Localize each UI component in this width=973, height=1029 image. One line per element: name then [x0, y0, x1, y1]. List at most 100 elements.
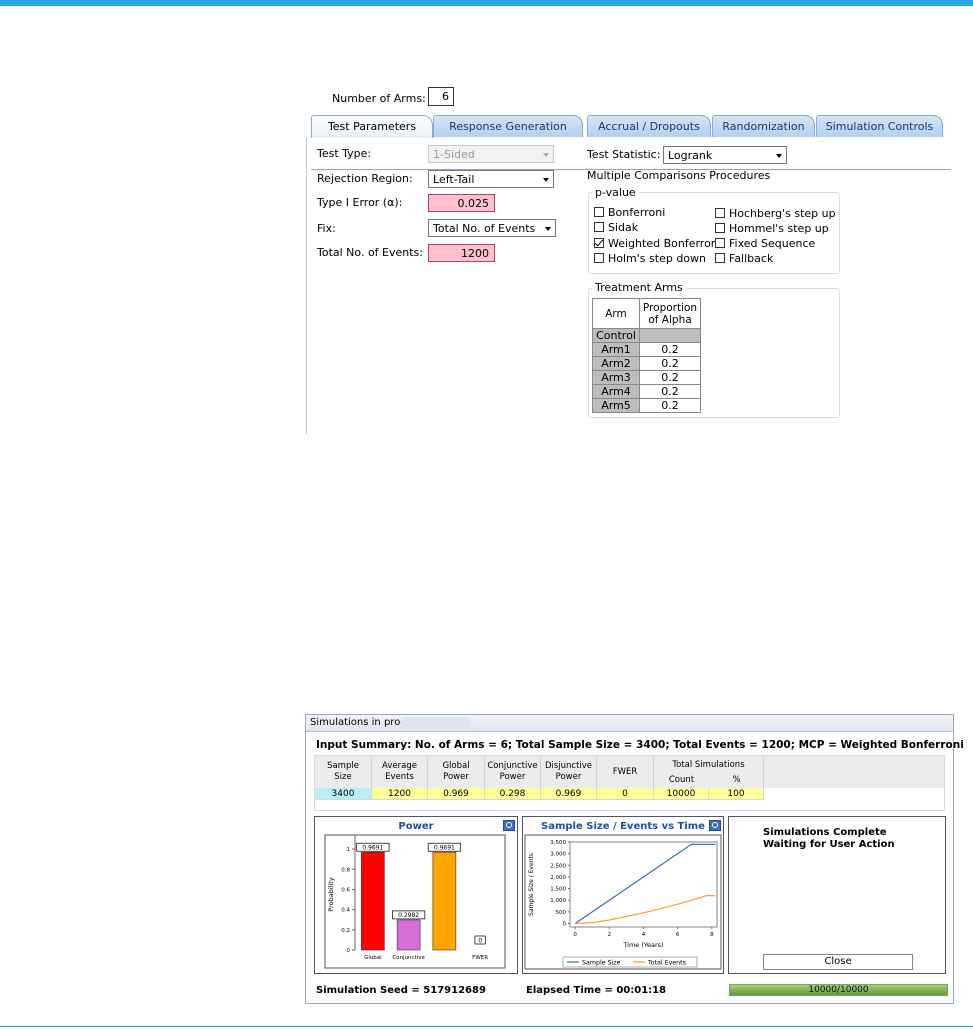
checkbox-label: Hochberg's step up [729, 207, 836, 220]
plot-area [569, 841, 718, 928]
y-axis-label: Sample Size / Events [528, 853, 535, 916]
fix-select[interactable]: Total No. of Events [428, 219, 556, 237]
arm-proportion[interactable]: 0.2 [639, 356, 701, 371]
y-tick-label: 3,500 [550, 840, 566, 846]
col-sample-size: Sample Size [315, 756, 372, 788]
header-line: Global [442, 761, 470, 771]
bar [432, 851, 457, 951]
header-line: Power [555, 772, 582, 782]
tab-accrual-dropouts[interactable]: Accrual / Dropouts [587, 115, 711, 137]
mcp-title: Multiple Comparisons Procedures [587, 169, 771, 182]
y-tick-label: 1,000 [550, 898, 566, 904]
y-tick-label: 3,000 [550, 852, 566, 858]
col-proportion-line1: Proportion [642, 301, 698, 314]
tab-randomization[interactable]: Randomization [712, 115, 815, 137]
y-axis-label: Probability [327, 877, 335, 912]
checkbox-label: Bonferroni [608, 206, 666, 219]
y-tick-label: 500 [556, 910, 567, 916]
checkbox-box [594, 207, 604, 217]
cell-count: 10000 [654, 788, 709, 800]
header-line: Average [382, 761, 417, 771]
col-arm-header: Arm [592, 298, 640, 329]
test-statistic-select[interactable]: Logrank [663, 146, 787, 164]
table-row: Arm3 0.2 [592, 370, 701, 385]
y-tick-label: 0.2 [341, 928, 350, 934]
bar [396, 919, 421, 951]
mcp-holm-checkbox[interactable]: Holm's step down [594, 252, 706, 265]
arm-name: Arm3 [592, 370, 640, 385]
tab-simulation-controls[interactable]: Simulation Controls [816, 115, 943, 137]
treatment-arms-title: Treatment Arms [592, 281, 686, 294]
titlebar-tab-placeholder [401, 717, 471, 729]
arm-proportion[interactable]: 0.2 [639, 398, 701, 413]
mcp-sidak-checkbox[interactable]: Sidak [594, 221, 638, 234]
header-line: Conjunctive [487, 761, 538, 771]
rejection-region-select[interactable]: Left-Tail [428, 170, 554, 188]
arm-name: Control [592, 328, 640, 343]
simulation-window: Simulations in progress Input Summary: N… [305, 714, 964, 1004]
mcp-hommel-checkbox[interactable]: Hommel's step up [715, 222, 829, 235]
number-of-arms-input[interactable]: 6 [428, 87, 454, 106]
y-tick-label: 0 [347, 948, 351, 954]
checkbox-label: Fixed Sequence [729, 237, 816, 250]
number-of-arms-label: Number of Arms: [332, 92, 426, 105]
col-average-events: Average Events [372, 756, 428, 788]
mcp-weighted-bonferroni-checkbox[interactable]: Weighted Bonferroni [594, 237, 721, 250]
mcp-bonferroni-checkbox[interactable]: Bonferroni [594, 206, 665, 219]
test-type-label: Test Type: [317, 147, 372, 160]
tab-response-generation[interactable]: Response Generation [433, 115, 583, 137]
fix-label: Fix: [317, 222, 336, 235]
header-line: Disjunctive [544, 761, 593, 771]
cell-global-power: 0.969 [428, 788, 485, 800]
test-statistic-label: Test Statistic: [587, 148, 661, 161]
header-line: Events [385, 772, 414, 782]
checkbox-label: Sidak [608, 221, 639, 234]
rejection-region-value: Left-Tail [433, 173, 475, 186]
elapsed-time: Elapsed Time = 00:01:18 [526, 985, 667, 996]
close-button[interactable]: Close [763, 954, 913, 970]
test-type-select[interactable]: 1-Sided [428, 145, 554, 163]
chevron-down-icon [543, 153, 549, 157]
pvalue-group-title: p-value [592, 186, 639, 199]
y-tick-label: 1,500 [550, 887, 566, 893]
arm-proportion[interactable]: 0.2 [639, 342, 701, 357]
checkbox-label: Weighted Bonferroni [608, 237, 721, 250]
mcp-fixed-sequence-checkbox[interactable]: Fixed Sequence [715, 237, 815, 250]
checkbox-box [715, 208, 725, 218]
simulation-seed: Simulation Seed = 517912689 [316, 985, 486, 996]
arm-name: Arm4 [592, 384, 640, 399]
checkbox-box [715, 238, 725, 248]
sample-size-chart-panel: Sample Size / Events vs Time 0 500 1,000 1,… [522, 816, 724, 974]
col-count: Count [668, 775, 695, 785]
arm-proportion [639, 328, 701, 343]
input-summary: Input Summary: No. of Arms = 6; Total Sa… [316, 739, 964, 751]
chevron-down-icon [543, 178, 549, 182]
header-line: Size [334, 772, 352, 782]
total-events-label: Total No. of Events: [317, 246, 423, 259]
status-message: Simulations Complete Waiting for User Act… [763, 827, 895, 851]
col-global-power: Global Power [428, 756, 485, 788]
arm-name: Arm5 [592, 398, 640, 413]
total-events-input[interactable]: 1200 [428, 244, 495, 262]
table-row: Control [592, 328, 701, 343]
table-row: Arm2 0.2 [592, 356, 701, 371]
tab-test-parameters[interactable]: Test Parameters [311, 115, 433, 138]
status-panel: Simulations Complete Waiting for User Act… [728, 816, 946, 974]
arm-proportion[interactable]: 0.2 [639, 384, 701, 399]
arm-name: Arm1 [592, 342, 640, 357]
y-tick-label: 0.8 [341, 867, 350, 873]
data-label: 0 [478, 937, 482, 944]
header-line: Sample [327, 761, 359, 771]
bar [361, 851, 385, 951]
mcp-hochberg-checkbox[interactable]: Hochberg's step up [715, 207, 836, 220]
mcp-fallback-checkbox[interactable]: Fallback [715, 252, 773, 265]
checkbox-label: Fallback [729, 252, 774, 265]
type1-error-input[interactable]: 0.025 [428, 194, 495, 212]
arm-proportion[interactable]: 0.2 [639, 370, 701, 385]
legend-label: Total Events [647, 959, 686, 966]
simulation-summary-table: Sample Size Average Events Global Power Con… [314, 755, 945, 811]
checkmark-icon [594, 238, 604, 248]
x-tick-label: 4 [642, 932, 646, 938]
header-filler [764, 756, 944, 788]
legend-label: Sample Size [582, 959, 621, 966]
